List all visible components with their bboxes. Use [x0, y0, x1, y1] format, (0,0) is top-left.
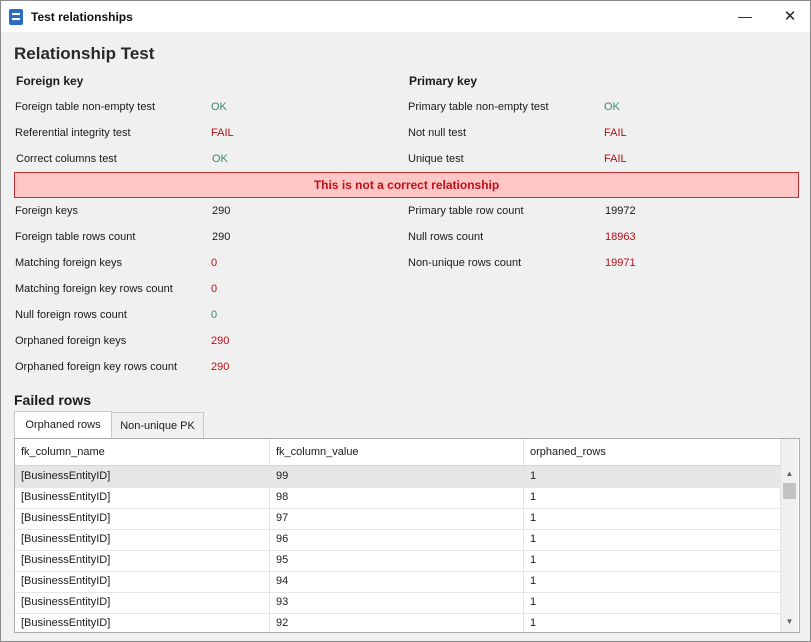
- table-row[interactable]: [BusinessEntityID] 93 1: [15, 592, 781, 614]
- fk-test-result: OK: [212, 153, 228, 165]
- table-cell[interactable]: 99: [270, 466, 524, 487]
- close-button[interactable]: ✕: [772, 1, 808, 32]
- fk-test-result: FAIL: [211, 127, 234, 139]
- table-cell[interactable]: 1: [524, 613, 781, 632]
- fk-stat-label: Matching foreign key rows count: [15, 283, 173, 295]
- table-cell[interactable]: 97: [270, 508, 524, 529]
- fk-stat-label: Foreign keys: [15, 205, 78, 217]
- table-row[interactable]: [BusinessEntityID] 96 1: [15, 529, 781, 551]
- table-cell[interactable]: 95: [270, 550, 524, 571]
- fk-stat-value: 290: [211, 361, 230, 373]
- fk-stat-label: Matching foreign keys: [15, 257, 122, 269]
- pk-stat-label: Non-unique rows count: [408, 257, 522, 269]
- window-title: Test relationships: [31, 10, 133, 24]
- vertical-scrollbar[interactable]: ▲ ▼: [781, 439, 798, 632]
- table-cell[interactable]: 96: [270, 529, 524, 550]
- page-title: Relationship Test: [14, 44, 155, 63]
- column-header[interactable]: fk_column_name: [15, 439, 270, 465]
- table-cell[interactable]: 1: [524, 508, 781, 529]
- primary-key-heading: Primary key: [409, 74, 478, 88]
- scroll-up-icon[interactable]: ▲: [781, 465, 798, 482]
- failed-rows-grid[interactable]: fk_column_name fk_column_value orphaned_…: [14, 438, 800, 633]
- table-cell[interactable]: [BusinessEntityID]: [15, 487, 270, 508]
- fk-stat-label: Null foreign rows count: [15, 309, 127, 321]
- failed-rows-heading: Failed rows: [14, 392, 92, 408]
- table-cell[interactable]: 93: [270, 592, 524, 613]
- table-cell[interactable]: [BusinessEntityID]: [15, 529, 270, 550]
- fk-stat-label: Orphaned foreign key rows count: [15, 361, 178, 373]
- pk-stat-value: 19971: [605, 257, 636, 269]
- table-cell[interactable]: 1: [524, 466, 781, 487]
- table-cell[interactable]: [BusinessEntityID]: [15, 592, 270, 613]
- minimize-button[interactable]: —: [727, 1, 763, 32]
- table-cell[interactable]: 1: [524, 550, 781, 571]
- table-cell[interactable]: [BusinessEntityID]: [15, 466, 270, 487]
- test-relationships-window: Test relationships — ✕ Relationship Test…: [0, 0, 811, 642]
- pk-test-label: Not null test: [408, 127, 467, 139]
- column-header[interactable]: fk_column_value: [270, 439, 524, 465]
- fk-test-label: Foreign table non-empty test: [15, 101, 156, 113]
- fk-stat-value: 290: [212, 205, 231, 217]
- fk-test-label: Correct columns test: [16, 153, 117, 165]
- column-header[interactable]: orphaned_rows: [524, 439, 781, 465]
- pk-test-label: Unique test: [408, 153, 464, 165]
- fk-stat-value: 290: [211, 335, 230, 347]
- fk-test-result: OK: [211, 101, 227, 113]
- pk-test-result: FAIL: [604, 153, 627, 165]
- table-row[interactable]: [BusinessEntityID] 95 1: [15, 550, 781, 572]
- tab-non-unique-pk[interactable]: Non-unique PK: [111, 412, 204, 439]
- pk-stat-value: 19972: [605, 205, 636, 217]
- fk-test-label: Referential integrity test: [15, 127, 131, 139]
- table-row[interactable]: [BusinessEntityID] 99 1: [15, 466, 781, 488]
- table-cell[interactable]: [BusinessEntityID]: [15, 571, 270, 592]
- table-row[interactable]: [BusinessEntityID] 97 1: [15, 508, 781, 530]
- app-icon: [9, 9, 23, 25]
- table-row[interactable]: [BusinessEntityID] 92 1: [15, 613, 781, 632]
- table-cell[interactable]: [BusinessEntityID]: [15, 508, 270, 529]
- pk-test-label: Primary table non-empty test: [408, 101, 549, 113]
- table-cell[interactable]: 1: [524, 592, 781, 613]
- fk-stat-value: 0: [211, 257, 218, 269]
- relationship-status-banner: This is not a correct relationship: [14, 172, 799, 198]
- table-row[interactable]: [BusinessEntityID] 94 1: [15, 571, 781, 593]
- table-cell[interactable]: 94: [270, 571, 524, 592]
- table-cell[interactable]: 1: [524, 487, 781, 508]
- grid-header: fk_column_name fk_column_value orphaned_…: [15, 439, 781, 466]
- fk-stat-value: 290: [212, 231, 231, 243]
- table-cell[interactable]: 92: [270, 613, 524, 632]
- pk-stat-label: Null rows count: [408, 231, 484, 243]
- fk-stat-label: Foreign table rows count: [15, 231, 136, 243]
- foreign-key-heading: Foreign key: [16, 74, 84, 88]
- table-cell[interactable]: [BusinessEntityID]: [15, 613, 270, 632]
- table-row[interactable]: [BusinessEntityID] 98 1: [15, 487, 781, 509]
- table-cell[interactable]: [BusinessEntityID]: [15, 550, 270, 571]
- pk-test-result: OK: [604, 101, 620, 113]
- fk-stat-value: 0: [211, 283, 218, 295]
- table-cell[interactable]: 1: [524, 571, 781, 592]
- fk-stat-label: Orphaned foreign keys: [15, 335, 127, 347]
- pk-stat-value: 18963: [605, 231, 636, 243]
- table-cell[interactable]: 98: [270, 487, 524, 508]
- tab-orphaned-rows[interactable]: Orphaned rows: [14, 411, 112, 440]
- table-cell[interactable]: 1: [524, 529, 781, 550]
- scroll-down-icon[interactable]: ▼: [781, 613, 798, 630]
- pk-stat-label: Primary table row count: [408, 205, 524, 217]
- title-bar: Test relationships — ✕: [1, 1, 810, 32]
- fk-stat-value: 0: [211, 309, 218, 321]
- scrollbar-thumb[interactable]: [783, 483, 796, 499]
- pk-test-result: FAIL: [604, 127, 627, 139]
